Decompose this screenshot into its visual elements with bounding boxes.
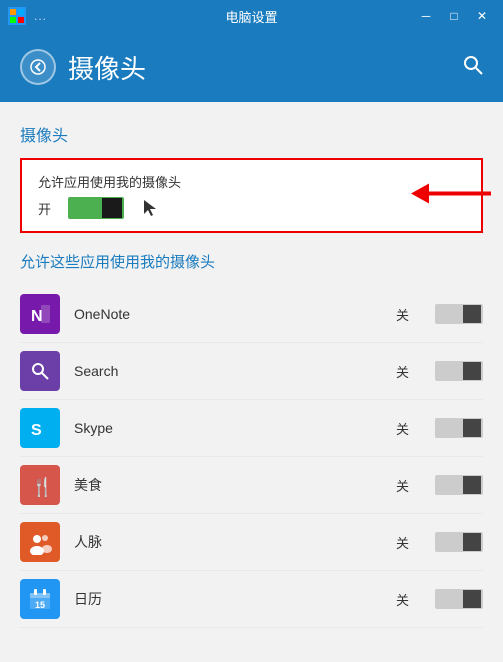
skype-label: Skype <box>74 420 382 436</box>
calendar-state: 关 <box>396 590 409 609</box>
back-button[interactable] <box>20 49 56 85</box>
onenote-label: OneNote <box>74 306 382 322</box>
minimize-button[interactable]: ─ <box>413 6 439 26</box>
app-item-calendar: 15 日历 关 <box>20 571 483 628</box>
title-bar: ... 电脑设置 ─ □ ✕ <box>0 0 503 32</box>
app-item-food: 🍴 美食 关 <box>20 457 483 514</box>
food-icon: 🍴 <box>20 465 60 505</box>
food-label: 美食 <box>74 475 382 495</box>
search-state: 关 <box>396 362 409 381</box>
search-label: Search <box>74 363 382 379</box>
window-controls: ─ □ ✕ <box>413 6 495 26</box>
skype-icon: S <box>20 408 60 448</box>
calendar-icon: 15 <box>20 579 60 619</box>
camera-toggle-section: 允许应用使用我的摄像头 开 <box>20 158 483 233</box>
svg-text:🍴: 🍴 <box>31 476 53 498</box>
skype-toggle[interactable] <box>435 418 483 438</box>
app-item-onenote: N OneNote 关 <box>20 286 483 343</box>
camera-toggle[interactable] <box>68 197 124 219</box>
page-title: 摄像头 <box>68 49 146 86</box>
people-toggle[interactable] <box>435 532 483 552</box>
maximize-button[interactable]: □ <box>441 6 467 26</box>
app-item-people: 人脉 关 <box>20 514 483 571</box>
section-title: 摄像头 <box>20 122 483 146</box>
food-toggle[interactable] <box>435 475 483 495</box>
arrow-indicator <box>401 173 491 218</box>
people-label: 人脉 <box>74 532 382 552</box>
content-area: 摄像头 允许应用使用我的摄像头 开 <box>0 102 503 662</box>
sub-section-title: 允许这些应用使用我的摄像头 <box>20 251 483 272</box>
toggle-state-label: 开 <box>38 199 54 218</box>
search-toggle[interactable] <box>435 361 483 381</box>
skype-state: 关 <box>396 419 409 438</box>
people-state: 关 <box>396 533 409 552</box>
onenote-icon: N <box>20 294 60 334</box>
cursor-indicator <box>144 200 156 216</box>
calendar-label: 日历 <box>74 589 382 609</box>
svg-text:15: 15 <box>35 600 45 610</box>
close-button[interactable]: ✕ <box>469 6 495 26</box>
app-icon <box>8 7 26 25</box>
title-bar-dots: ... <box>34 9 47 23</box>
onenote-toggle[interactable] <box>435 304 483 324</box>
svg-text:N: N <box>31 308 43 325</box>
window-title: 电脑设置 <box>225 7 277 26</box>
calendar-toggle[interactable] <box>435 589 483 609</box>
people-icon <box>20 522 60 562</box>
svg-text:S: S <box>31 422 42 439</box>
app-item-skype: S Skype 关 <box>20 400 483 457</box>
toggle-knob <box>102 198 122 218</box>
app-item-search: Search 关 <box>20 343 483 400</box>
onenote-state: 关 <box>396 305 409 324</box>
app-list: N OneNote 关 Search 关 <box>20 286 483 628</box>
title-bar-left: ... <box>8 7 47 25</box>
food-state: 关 <box>396 476 409 495</box>
header-left: 摄像头 <box>20 49 146 86</box>
search-icon[interactable] <box>463 55 483 80</box>
search-app-icon <box>20 351 60 391</box>
page-header: 摄像头 <box>0 32 503 102</box>
